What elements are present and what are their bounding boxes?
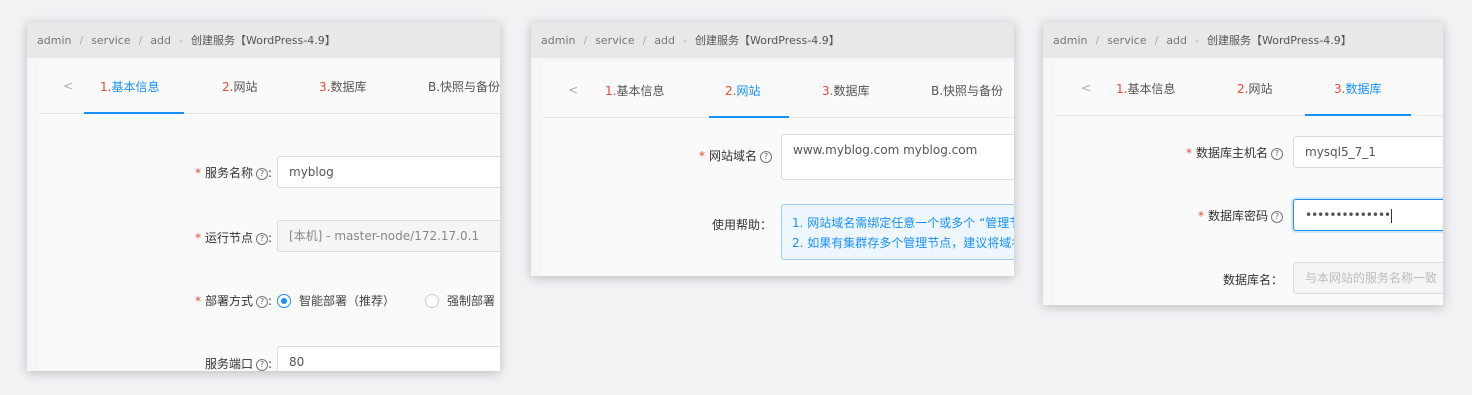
radio-smart-deploy[interactable]: 智能部署（推荐）	[277, 290, 395, 309]
service-name-label: * 服务名称?:	[194, 166, 272, 180]
tab-website[interactable]: 2.网站	[725, 82, 760, 99]
chevron-left-icon[interactable]: <	[63, 79, 73, 93]
radio-force-deploy[interactable]: 强制部署	[425, 290, 495, 309]
breadcrumb-add: add	[150, 33, 172, 47]
breadcrumb-service[interactable]: service	[91, 34, 130, 47]
tab-snapshot-backup[interactable]: B.快照与备份	[428, 78, 500, 95]
step-tabs: < 1.基本信息 2.网站 3.数据库 B.快照与备份	[39, 58, 500, 114]
tab-basic-info[interactable]: 1.基本信息	[1116, 80, 1175, 97]
port-label: 服务端口?:	[204, 357, 272, 371]
panel-basic-info: admin / service / add - 创建服务【WordPress-4…	[27, 22, 500, 371]
help-alert: 1. 网站域名需绑定任意一个或多个 “管理节 2. 如果有集群存多个管理节点，建…	[781, 204, 1014, 260]
help-label: 使用帮助：	[711, 218, 772, 232]
active-tab-indicator	[709, 116, 789, 118]
breadcrumb: admin / service / add - 创建服务【WordPress-4…	[1043, 22, 1443, 58]
step-tabs: < 1.基本信息 2.网站 3.数据库 B.快照与备份	[543, 62, 1014, 118]
db-password-label: * 数据库密码?	[1198, 207, 1283, 224]
tab-database[interactable]: 3.数据库	[822, 82, 869, 99]
form-body: < 1.基本信息 2.网站 3.数据库 B.快照与备份 * 网站域名? www.m…	[543, 62, 1014, 276]
domain-label: * 网站域名?	[699, 147, 772, 164]
domain-textarea[interactable]: www.myblog.com myblog.com	[781, 134, 1014, 180]
breadcrumb-admin[interactable]: admin	[37, 34, 71, 47]
port-input[interactable]: 80	[277, 346, 500, 371]
node-label: * 运行节点?:	[194, 231, 272, 245]
breadcrumb-add: add	[654, 33, 676, 47]
question-circle-icon[interactable]: ?	[255, 295, 268, 308]
breadcrumb-admin[interactable]: admin	[1053, 34, 1087, 47]
page-title: 创建服务【WordPress-4.9】	[695, 34, 840, 47]
panel-website: admin / service / add - 创建服务【WordPress-4…	[531, 22, 1014, 276]
page-title: 创建服务【WordPress-4.9】	[1207, 34, 1352, 47]
db-host-label: * 数据库主机名?	[1186, 144, 1283, 161]
panel-database: admin / service / add - 创建服务【WordPress-4…	[1043, 22, 1443, 305]
tab-website[interactable]: 2.网站	[222, 78, 257, 95]
breadcrumb: admin / service / add - 创建服务【WordPress-4…	[27, 22, 500, 58]
active-tab-indicator	[1305, 114, 1411, 116]
db-password-input[interactable]: ••••••••••••••	[1293, 199, 1443, 231]
question-circle-icon[interactable]: ?	[1271, 210, 1283, 223]
deploy-radio-group: 智能部署（推荐） 强制部署	[277, 290, 495, 309]
breadcrumb-add: add	[1166, 33, 1188, 47]
question-circle-icon[interactable]: ?	[255, 167, 268, 180]
chevron-left-icon[interactable]: <	[1081, 81, 1091, 95]
breadcrumb-service[interactable]: service	[595, 34, 634, 47]
form-body: < 1.基本信息 2.网站 3.数据库 * 数据库主机名? mysql5_7_1 …	[1055, 60, 1443, 305]
breadcrumb: admin / service / add - 创建服务【WordPress-4…	[531, 22, 1014, 58]
breadcrumb-service[interactable]: service	[1107, 34, 1146, 47]
service-name-input[interactable]: myblog	[277, 156, 500, 188]
db-host-input[interactable]: mysql5_7_1	[1293, 136, 1443, 168]
active-tab-indicator	[84, 112, 184, 114]
db-name-input[interactable]: 与本网站的服务名称一致	[1293, 262, 1443, 294]
tab-database[interactable]: 3.数据库	[1334, 80, 1381, 97]
page-title: 创建服务【WordPress-4.9】	[191, 34, 336, 47]
db-name-label: 数据库名：	[1222, 273, 1283, 287]
tab-snapshot-backup[interactable]: B.快照与备份	[931, 82, 1003, 99]
question-circle-icon[interactable]: ?	[255, 358, 268, 371]
deploy-label: * 部署方式?:	[194, 294, 272, 308]
question-circle-icon[interactable]: ?	[255, 232, 268, 245]
tab-basic-info[interactable]: 1.基本信息	[605, 82, 664, 99]
node-select[interactable]: [本机] - master-node/172.17.0.1	[277, 220, 500, 252]
tab-website[interactable]: 2.网站	[1237, 80, 1272, 97]
breadcrumb-admin[interactable]: admin	[541, 34, 575, 47]
question-circle-icon[interactable]: ?	[760, 150, 772, 163]
tab-database[interactable]: 3.数据库	[319, 78, 366, 95]
help-line-2: 2. 如果有集群存多个管理节点，建议将域名	[792, 236, 1014, 250]
form-body: < 1.基本信息 2.网站 3.数据库 B.快照与备份 * 服务名称?: mybl…	[39, 58, 500, 371]
tab-basic-info[interactable]: 1.基本信息	[100, 78, 159, 95]
chevron-left-icon[interactable]: <	[568, 83, 578, 97]
step-tabs: < 1.基本信息 2.网站 3.数据库	[1055, 60, 1443, 116]
question-circle-icon[interactable]: ?	[1271, 147, 1283, 160]
help-line-1: 1. 网站域名需绑定任意一个或多个 “管理节	[792, 216, 1014, 230]
